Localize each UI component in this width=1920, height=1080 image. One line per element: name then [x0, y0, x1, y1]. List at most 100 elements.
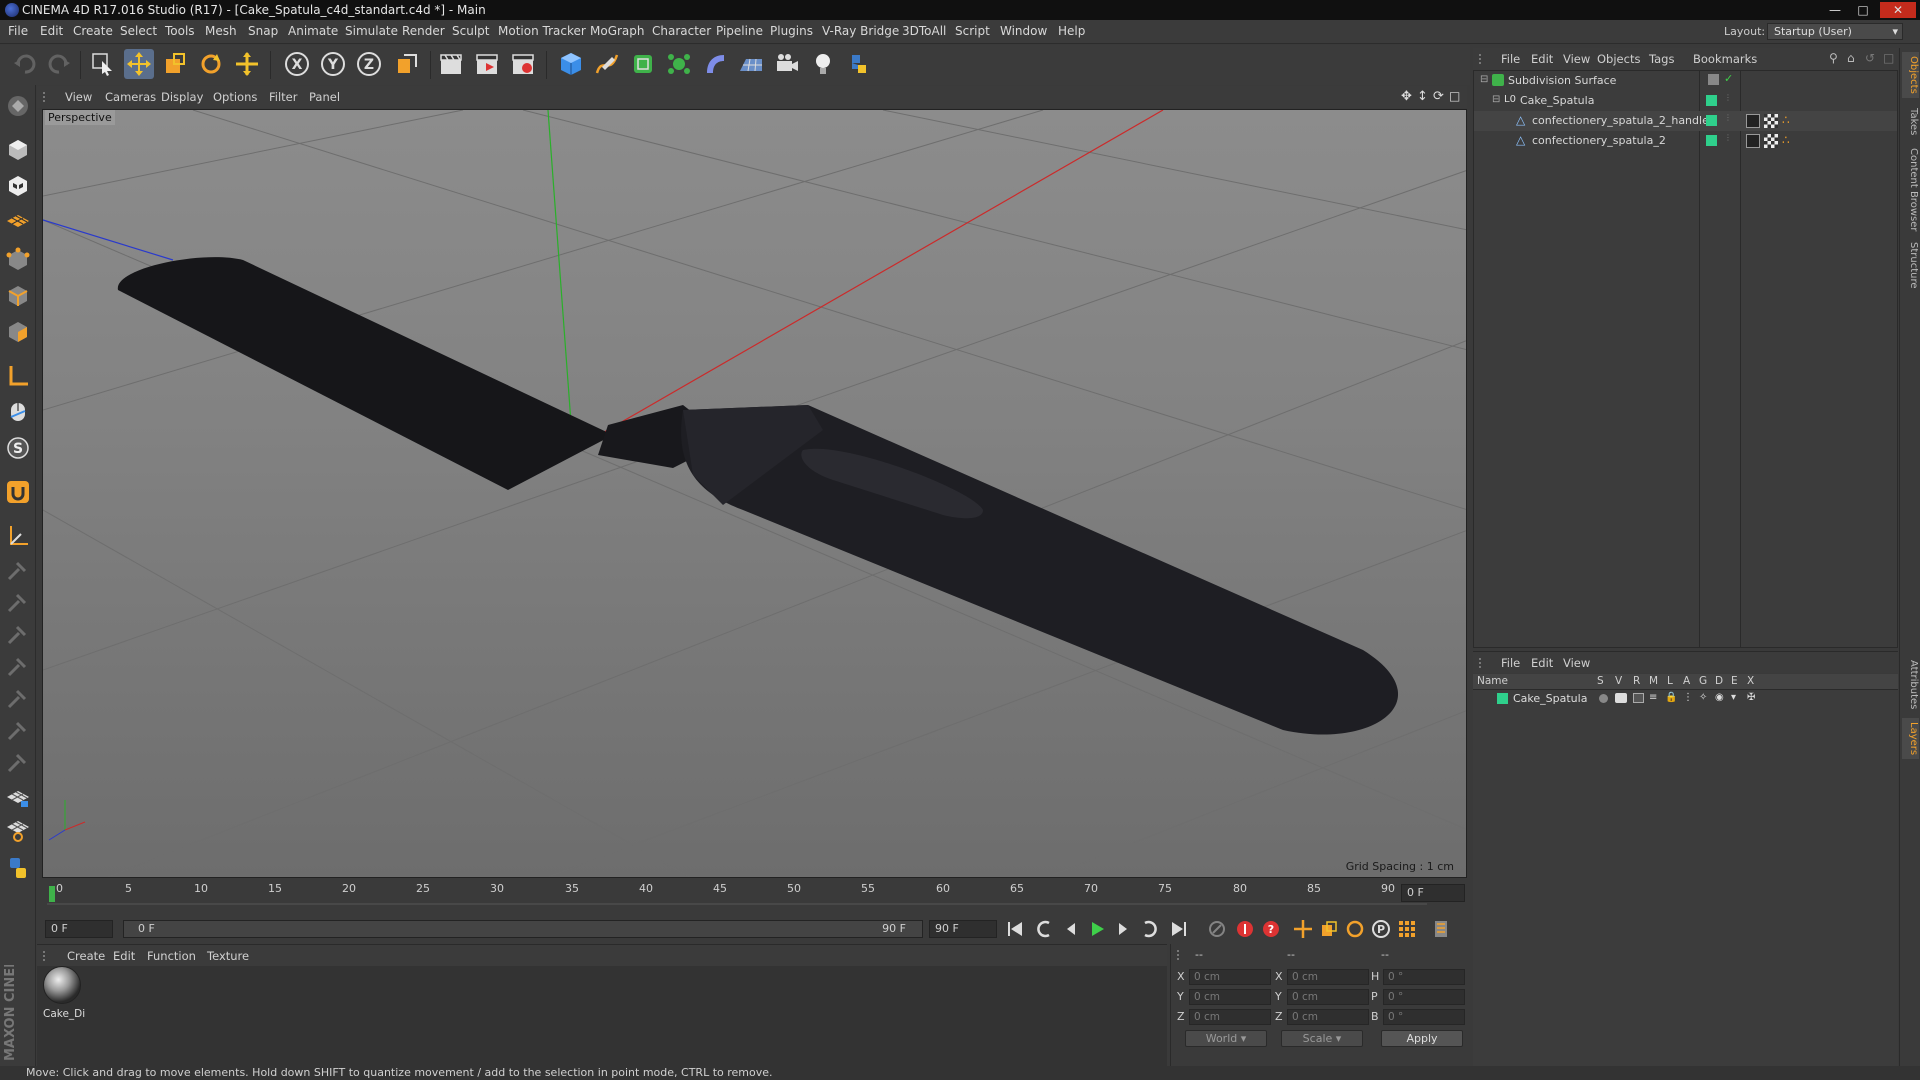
menu-help[interactable]: Help — [1058, 24, 1085, 38]
viewport-menu-cameras[interactable]: Cameras — [105, 90, 156, 104]
visibility-dots-icon[interactable]: ⋮ — [1724, 93, 1732, 102]
visibility-dots-icon[interactable]: ⋮ — [1724, 113, 1732, 122]
new-view-icon[interactable]: □ — [1883, 51, 1894, 65]
rot-p-field[interactable]: 0 ° — [1383, 989, 1465, 1005]
viewport-menu-display[interactable]: Display — [161, 90, 203, 104]
back-icon[interactable]: ↺ — [1865, 51, 1875, 65]
add-deformer-button[interactable] — [700, 49, 730, 79]
spatula-blade[interactable] — [117, 257, 614, 490]
sculpt-brush-4-button[interactable] — [3, 651, 33, 681]
layer-color-icon[interactable] — [1706, 95, 1717, 106]
sculpt-brush-7-button[interactable] — [3, 747, 33, 777]
layer-toggle-icon[interactable] — [1708, 74, 1719, 85]
phong-tag-icon[interactable]: ∴ — [1782, 113, 1790, 127]
maximize-view-icon[interactable]: □ — [1449, 89, 1460, 103]
coordinate-system-button[interactable] — [392, 49, 422, 79]
layer-menu-edit[interactable]: Edit — [1531, 656, 1553, 670]
viewport-menu-panel[interactable]: Panel — [309, 90, 340, 104]
tab-attributes[interactable]: Attributes — [1902, 656, 1919, 713]
layer-color-icon[interactable] — [1706, 115, 1717, 126]
search-icon[interactable]: ⚲ — [1829, 51, 1838, 65]
sculpt-brush-6-button[interactable] — [3, 715, 33, 745]
size-x-field[interactable]: 0 cm — [1287, 969, 1369, 985]
texture-mode-button[interactable] — [3, 171, 33, 201]
object-menu-edit[interactable]: Edit — [1531, 52, 1553, 66]
rot-h-field[interactable]: 0 ° — [1383, 969, 1465, 985]
size-mode-select[interactable]: Scale ▾ — [1281, 1030, 1363, 1047]
column-render[interactable]: R — [1633, 675, 1640, 687]
animation-icon[interactable]: ⋮ — [1683, 692, 1693, 703]
key-rotation-button[interactable] — [1343, 917, 1367, 941]
model-mode-button[interactable] — [3, 135, 33, 165]
playhead-marker[interactable] — [49, 886, 55, 902]
menu-tools[interactable]: Tools — [165, 24, 195, 38]
sculpt-brush-2-button[interactable] — [3, 587, 33, 617]
3d-viewport[interactable]: Perspective Grid Spacing : 1 cm — [42, 109, 1467, 878]
uvw-tag-icon[interactable] — [1764, 134, 1778, 148]
frame-range-slider[interactable]: 0 F 90 F — [123, 920, 923, 938]
viewport-menu-filter[interactable]: Filter — [269, 90, 297, 104]
add-cube-button[interactable] — [556, 49, 586, 79]
recent-tool-button[interactable] — [232, 49, 262, 79]
column-expressions[interactable]: E — [1731, 675, 1738, 687]
add-spline-button[interactable] — [592, 49, 622, 79]
add-mograph-button[interactable] — [664, 49, 694, 79]
lock-icon[interactable]: 🔒 — [1665, 692, 1677, 703]
menu-create[interactable]: Create — [73, 24, 113, 38]
column-name[interactable]: Name — [1477, 675, 1508, 687]
key-parameter-button[interactable]: P — [1369, 917, 1393, 941]
viewport-camera-label[interactable]: Perspective — [45, 110, 115, 125]
drag-handle-icon[interactable] — [1479, 54, 1487, 64]
material-menu-create[interactable]: Create — [67, 949, 105, 963]
drag-handle-icon[interactable] — [1479, 658, 1487, 668]
menu-mesh[interactable]: Mesh — [205, 24, 237, 38]
make-editable-button[interactable] — [3, 91, 33, 121]
object-menu-tags[interactable]: Tags — [1649, 52, 1674, 66]
column-locked[interactable]: L — [1667, 675, 1673, 687]
tab-structure[interactable]: Structure — [1902, 238, 1919, 293]
play-button[interactable] — [1085, 917, 1109, 941]
go-to-end-button[interactable] — [1167, 917, 1191, 941]
menu-vray-bridge[interactable]: V-Ray Bridge — [822, 24, 899, 38]
key-position-button[interactable] — [1291, 917, 1315, 941]
tree-expand-icon[interactable]: ⊟ — [1492, 94, 1500, 105]
tab-content-browser[interactable]: Content Browser — [1902, 144, 1919, 235]
object-menu-objects[interactable]: Objects — [1597, 52, 1640, 66]
menu-script[interactable]: Script — [955, 24, 990, 38]
render-to-picture-viewer-button[interactable] — [472, 49, 502, 79]
record-keyframe-button[interactable] — [1205, 917, 1229, 941]
sculpt-brush-5-button[interactable] — [3, 683, 33, 713]
size-z-field[interactable]: 0 cm — [1287, 1009, 1369, 1025]
render-settings-button[interactable] — [508, 49, 538, 79]
sculpt-brush-1-button[interactable] — [3, 555, 33, 585]
python-script-button[interactable] — [844, 49, 874, 79]
object-menu-view[interactable]: View — [1563, 52, 1590, 66]
points-mode-button[interactable] — [3, 245, 33, 275]
column-generators[interactable]: G — [1699, 675, 1707, 687]
pos-x-field[interactable]: 0 cm — [1189, 969, 1271, 985]
expression-icon[interactable]: ▾ — [1731, 692, 1736, 703]
column-manager[interactable]: M — [1649, 675, 1658, 687]
layer-color-icon[interactable] — [1706, 135, 1717, 146]
pan-view-icon[interactable]: ✥ — [1401, 89, 1412, 104]
coordinate-system-select[interactable]: World ▾ — [1185, 1030, 1267, 1047]
rotate-tool-button[interactable] — [196, 49, 226, 79]
render-view-button[interactable] — [436, 49, 466, 79]
next-key-button[interactable] — [1137, 917, 1161, 941]
menu-mograph[interactable]: MoGraph — [590, 24, 645, 38]
manager-list-icon[interactable]: ≡ — [1649, 692, 1657, 703]
menu-window[interactable]: Window — [1000, 24, 1047, 38]
add-scene-button[interactable] — [736, 49, 766, 79]
end-frame-field[interactable]: 90 F — [929, 920, 997, 938]
menu-motion-tracker[interactable]: Motion Tracker — [498, 24, 586, 38]
tab-takes[interactable]: Takes — [1902, 104, 1919, 139]
move-tool-button[interactable] — [124, 49, 154, 79]
menu-select[interactable]: Select — [120, 24, 157, 38]
pos-y-field[interactable]: 0 cm — [1189, 989, 1271, 1005]
add-nurbs-button[interactable] — [628, 49, 658, 79]
close-button[interactable]: ✕ — [1880, 2, 1916, 18]
object-row-spatula-handle[interactable]: △ confectionery_spatula_2_handle ⋮ ∴ — [1474, 111, 1897, 131]
planar-workplane-button[interactable] — [3, 815, 33, 845]
object-row-subdivision-surface[interactable]: ⊟ Subdivision Surface ✓ — [1474, 71, 1897, 91]
autokey-button[interactable]: ? — [1259, 917, 1283, 941]
